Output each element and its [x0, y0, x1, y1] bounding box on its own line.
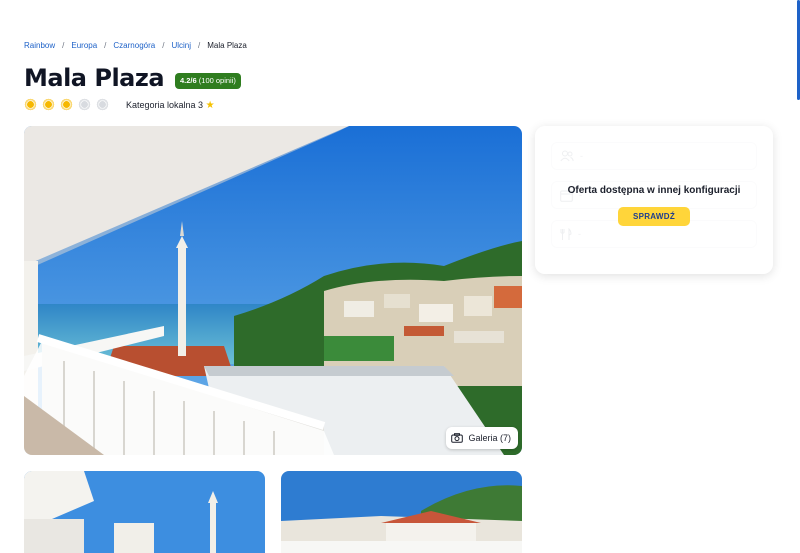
breadcrumb-link-ulcinj[interactable]: Ulcinj	[171, 41, 191, 50]
sun-icon	[24, 98, 37, 111]
sun-icon	[60, 98, 73, 111]
check-button[interactable]: SPRAWDŹ	[618, 207, 690, 226]
hotel-thumbnail[interactable]	[281, 471, 522, 553]
star-icon: ★	[205, 100, 215, 111]
unavailable-message: Oferta dostępna w innej konfiguracji	[567, 185, 741, 196]
sun-icon	[96, 98, 109, 111]
sun-icon	[78, 98, 91, 111]
breadcrumb-link-czarnogora[interactable]: Czarnogóra	[113, 41, 155, 50]
hotel-title: Mala Plaza	[24, 64, 165, 92]
breadcrumb-link-europa[interactable]: Europa	[71, 41, 97, 50]
breadcrumb-separator: /	[104, 41, 107, 50]
rating-badge[interactable]: 4.2/6 (100 opinii)	[175, 73, 241, 89]
unavailable-overlay	[535, 126, 773, 274]
offer-config-card: - - - Oferta dostępna w innej konfigurac…	[535, 126, 773, 274]
sun-rating	[24, 98, 109, 111]
rating-reviews: (100 opinii)	[198, 76, 236, 85]
local-category: Kategoria lokalna 3 ★	[126, 100, 215, 111]
breadcrumb-separator: /	[162, 41, 165, 50]
rating-score: 4.2/6	[180, 76, 197, 85]
hotel-thumbnail[interactable]	[24, 471, 265, 553]
main-hotel-photo[interactable]: Galeria (7)	[24, 126, 522, 455]
breadcrumb-separator: /	[62, 41, 65, 50]
breadcrumb-link-rainbow[interactable]: Rainbow	[24, 41, 55, 50]
gallery-button-label: Galeria (7)	[468, 433, 511, 443]
sun-icon	[42, 98, 55, 111]
breadcrumb-current: Mala Plaza	[207, 41, 247, 50]
breadcrumb: Rainbow / Europa / Czarnogóra / Ulcinj /…	[24, 41, 247, 50]
breadcrumb-separator: /	[198, 41, 201, 50]
gallery-button[interactable]: Galeria (7)	[446, 427, 518, 449]
category-label: Kategoria lokalna 3	[126, 100, 204, 110]
camera-icon	[451, 433, 464, 443]
